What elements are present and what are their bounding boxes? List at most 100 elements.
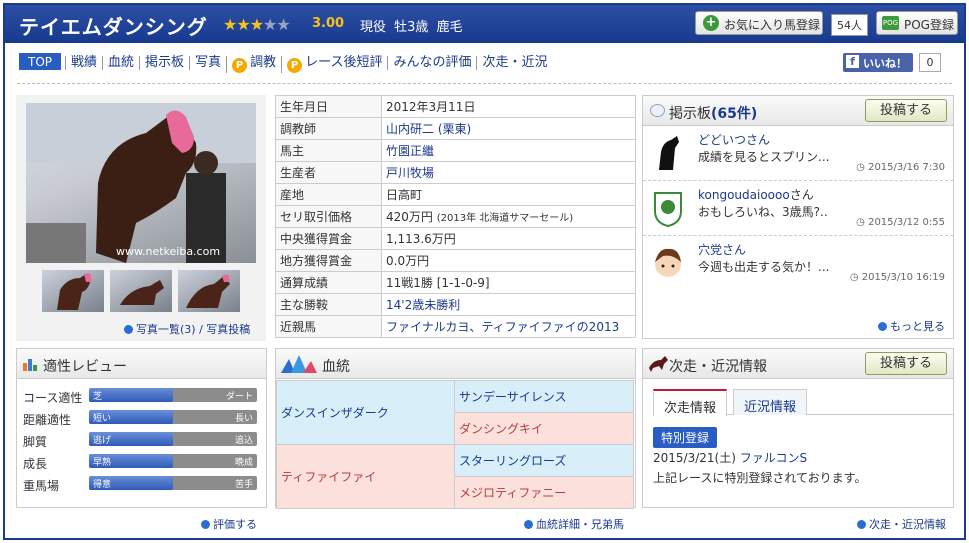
info-value: 11戦1勝 [1-1-0-9] <box>381 271 636 294</box>
horse-info-table: 生年月日 2012年3月11日 調教師 山内研二 (栗東) 馬主 竹園正繼 生産者 戸川… <box>275 95 636 338</box>
photo-thumbnail[interactable] <box>42 270 104 312</box>
breeder-link[interactable]: 戸川牧場 <box>386 166 434 180</box>
tab-next-info[interactable]: 次走情報 <box>653 389 728 416</box>
racehorse-icon <box>649 356 668 372</box>
info-row: 生産者 戸川牧場 <box>275 161 636 184</box>
dam-dam-cell[interactable]: メジロティファニー <box>454 476 634 509</box>
next-race-date: 2015/3/21(土) <box>653 451 736 465</box>
bbs-user[interactable]: どどいつさん <box>698 131 770 148</box>
horse-silhouette-icon <box>659 136 679 170</box>
pog-register-button[interactable]: POG POG登録 <box>876 11 958 35</box>
info-value: 0.0万円 <box>381 249 636 272</box>
trainer-link[interactable]: 山内研二 (栗東) <box>386 122 471 136</box>
tab-next-race[interactable]: 次走・近況 <box>476 56 552 70</box>
bbs-user[interactable]: kongoudaiooooさん <box>698 186 814 203</box>
aptitude-bar: 得意 苦手 <box>89 476 257 490</box>
photo-thumbnail[interactable] <box>110 270 172 312</box>
more-link[interactable]: もっと見る <box>878 318 945 334</box>
star-icon: ★ <box>223 15 237 34</box>
dam-sire-cell[interactable]: スターリングローズ <box>454 444 634 477</box>
relatives-link[interactable]: ファイナルカヨ、ティファイファイの2013 <box>386 320 619 334</box>
list-item[interactable]: どどいつさん 成績を見るとスプリン... ◷ 2015/3/16 7:30 <box>643 126 953 181</box>
arrow-icon <box>857 520 866 529</box>
aptitude-label: 脚質 <box>23 435 48 449</box>
tab-reviews[interactable]: みんなの評価 <box>387 56 476 70</box>
dam-cell[interactable]: ティファイファイ <box>276 444 455 509</box>
star-icon: ★ <box>276 15 290 34</box>
list-item[interactable]: 穴党さん 今週も出走する気か！... ◷ 2015/3/10 16:19 <box>643 236 953 291</box>
tab-bbs[interactable]: 掲示板 <box>139 56 189 70</box>
next-race-info-link[interactable]: 次走・近況情報 <box>857 516 956 532</box>
aptitude-left: 短い <box>93 414 112 424</box>
bbs-user[interactable]: 穴党さん <box>698 241 746 258</box>
facebook-like-button[interactable]: f いいね！ <box>843 53 913 72</box>
pedigree-panel: 血統 ダンスインザダーク サンデーサイレンス ダンシングキイ ティファイファイ スタ… <box>275 348 636 509</box>
info-row: 中央獲得賞金 1,113.6万円 <box>275 227 636 250</box>
photo-links[interactable]: 写真一覧(3) / 写真投稿 <box>124 321 250 337</box>
pedigree-title: 血統 <box>322 359 350 375</box>
photo-thumbnail[interactable] <box>178 270 240 312</box>
owner-link[interactable]: 竹園正繼 <box>386 144 434 158</box>
next-tabs: 次走情報 近況情報 <box>653 385 953 416</box>
next-race-link[interactable]: ファルコンS <box>740 451 807 465</box>
page-frame: テイエムダンシング ★★★★★ 3.00 現役 牡3歳 鹿毛 + お気に入り馬登… <box>3 3 966 540</box>
bbs-time-text: 2015/3/10 16:19 <box>861 272 945 283</box>
info-value: 14'2歳未勝利 <box>381 293 636 316</box>
info-row: 調教師 山内研二 (栗東) <box>275 117 636 140</box>
facebook-like-count: 0 <box>919 53 941 72</box>
aptitude-label: 成長 <box>23 457 48 471</box>
sire-dam-cell[interactable]: ダンシングキイ <box>454 412 634 445</box>
list-item[interactable]: kongoudaiooooさん おもしろいね、3歳馬?.. ◷ 2015/3/1… <box>643 181 953 236</box>
info-value: 1,113.6万円 <box>381 227 636 250</box>
tab-pedigree[interactable]: 血統 <box>102 56 139 70</box>
bbs-count: (65件) <box>711 106 758 122</box>
bbs-time: ◷ 2015/3/12 0:55 <box>856 217 945 228</box>
horse-name: テイエムダンシング <box>19 15 208 39</box>
bbs-post-button[interactable]: 投稿する <box>865 99 947 122</box>
info-row: 主な勝鞍 14'2歳未勝利 <box>275 293 636 316</box>
bbs-time-text: 2015/3/12 0:55 <box>868 217 945 228</box>
tab-results[interactable]: 戦績 <box>65 56 102 70</box>
thumbnail-image <box>57 273 92 310</box>
favorite-register-label: お気に入り馬登録 <box>724 18 821 32</box>
arrow-icon <box>124 325 133 334</box>
header: テイエムダンシング ★★★★★ 3.00 現役 牡3歳 鹿毛 + お気に入り馬登… <box>5 5 964 43</box>
next-post-button[interactable]: 投稿する <box>865 352 947 375</box>
auction-price: 420万円 <box>386 210 433 224</box>
tab-recent-info[interactable]: 近況情報 <box>733 389 808 415</box>
rating-stars: ★★★★★ <box>223 15 291 34</box>
tab-training[interactable]: P 調教 <box>226 56 281 73</box>
bbs-time: ◷ 2015/3/10 16:19 <box>849 272 945 283</box>
speech-bubble-icon <box>650 104 665 117</box>
aptitude-label: コース適性 <box>23 391 83 405</box>
info-value: ファイナルカヨ、ティファイファイの2013 <box>381 315 636 338</box>
bbs-text: おもしろいね、3歳馬?.. <box>698 205 828 219</box>
next-race-title: 次走・近況情報 <box>669 359 767 375</box>
tab-top[interactable]: TOP <box>19 53 62 70</box>
aptitude-header: 適性レビュー <box>17 349 266 379</box>
main-win-link[interactable]: 14'2歳未勝利 <box>386 298 460 312</box>
tab-race-comments[interactable]: P レース後短評 <box>281 56 387 73</box>
bbs-header: 掲示板(65件) 投稿する <box>643 96 953 126</box>
facebook-icon: f <box>846 55 859 68</box>
info-key: 通算成績 <box>275 271 382 294</box>
aptitude-right: ダート <box>225 392 253 402</box>
sire-sire-cell[interactable]: サンデーサイレンス <box>454 380 634 413</box>
bbs-text: 今週も出走する気か！... <box>698 260 830 274</box>
auction-note: (2013年 北海道サマーセール) <box>436 213 574 224</box>
star-icon: ★ <box>263 15 277 34</box>
tab-photos[interactable]: 写真 <box>189 56 226 70</box>
pedigree-icon <box>281 355 317 373</box>
photo-panel: www.netkeiba.com 写真一覧(3) / 写真投稿 <box>16 95 266 341</box>
info-row: 地方獲得賞金 0.0万円 <box>275 249 636 272</box>
aptitude-title: 適性レビュー <box>43 359 127 375</box>
info-key: 馬主 <box>275 139 382 162</box>
bbs-title: 掲示板 <box>669 106 711 122</box>
info-value: 420万円 (2013年 北海道サマーセール) <box>381 205 636 228</box>
aptitude-left: 早熟 <box>93 458 112 468</box>
horse-photo[interactable]: www.netkeiba.com <box>26 103 256 263</box>
pedigree-header: 血統 <box>276 349 635 379</box>
sire-cell[interactable]: ダンスインザダーク <box>276 380 455 445</box>
aptitude-row: 成長 早熟 晩成 <box>17 451 266 473</box>
favorite-register-button[interactable]: + お気に入り馬登録 <box>695 11 823 35</box>
